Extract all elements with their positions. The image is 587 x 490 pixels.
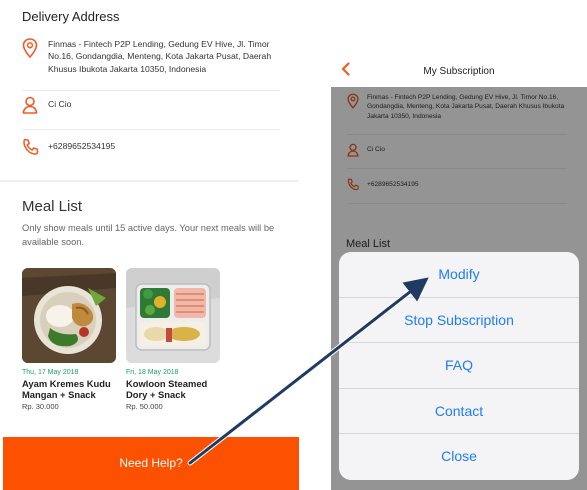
name-row[interactable]: Ci Cio <box>22 96 280 130</box>
contact-option[interactable]: Contact <box>339 389 579 435</box>
need-help-button[interactable]: Need Help? <box>3 437 299 490</box>
phone-row[interactable]: +6289652534195 <box>22 138 280 168</box>
meal-image <box>22 268 116 363</box>
modify-option[interactable]: Modify <box>339 252 579 298</box>
meal-list-description: Only show meals until 15 active days. Yo… <box>22 223 275 247</box>
meal-card[interactable]: Fri, 18 May 2018 Kowloon Steamed Dory + … <box>126 268 221 411</box>
meal-date: Fri, 18 May 2018 <box>126 369 179 376</box>
header-bar: My Subscription <box>331 57 587 87</box>
meal-image <box>126 268 220 363</box>
phone-icon <box>22 138 48 161</box>
phone-number: +6289652534195 <box>48 141 116 151</box>
person-icon <box>22 96 48 119</box>
meal-name: Ayam Kremes Kudu Mangan + Snack <box>22 378 111 400</box>
faq-option[interactable]: FAQ <box>339 343 579 389</box>
stop-subscription-option[interactable]: Stop Subscription <box>339 298 579 344</box>
location-pin-icon <box>22 38 48 63</box>
meal-card[interactable]: Thu, 17 May 2018 Ayam Kremes Kudu Mangan… <box>22 268 117 411</box>
left-screen: Delivery Address Finmas - Fintech P2P Le… <box>0 0 299 490</box>
address-row[interactable]: Finmas - Fintech P2P Lending, Gedung EV … <box>22 38 280 91</box>
chevron-left-icon[interactable] <box>341 57 350 85</box>
meal-date: Thu, 17 May 2018 <box>22 369 79 376</box>
meal-list-title: Meal List <box>22 198 83 215</box>
section-divider <box>0 180 299 182</box>
page-title: My Subscription <box>423 66 495 77</box>
meal-price: Rp. 50.000 <box>126 402 163 411</box>
recipient-name: Ci Cio <box>48 99 72 109</box>
delivery-address-title: Delivery Address <box>22 9 120 24</box>
address-text: Finmas - Fintech P2P Lending, Gedung EV … <box>48 39 272 74</box>
right-screen: My Subscription Finmas - Fintech P2P Len… <box>331 57 587 490</box>
meal-price: Rp. 30.000 <box>22 402 59 411</box>
close-option[interactable]: Close <box>339 434 579 480</box>
meal-name: Kowloon Steamed Dory + Snack <box>126 378 208 400</box>
action-sheet: Modify Stop Subscription FAQ Contact Clo… <box>339 252 579 480</box>
